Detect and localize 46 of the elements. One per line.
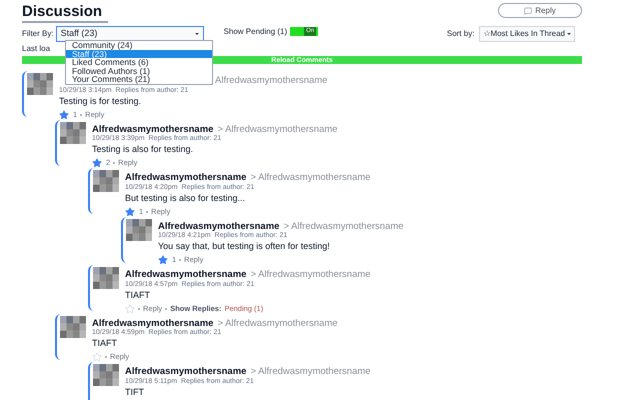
caret-icon <box>194 33 199 35</box>
reply-to-name: > Alfredwasmymothersname <box>217 124 338 134</box>
author-name[interactable]: Alfredwasmymothersname <box>125 367 246 376</box>
reply-to-name: > Alfredwasmymothersname <box>250 173 371 182</box>
comment-text: TIAFT <box>125 290 151 300</box>
reply-to-name: > Alfredwasmymothersname <box>283 222 404 231</box>
filter-option[interactable]: Your Comments (21) <box>66 75 212 84</box>
star-icon[interactable] <box>125 206 135 216</box>
comment-text: Testing is also for testing. <box>92 145 194 154</box>
author-name[interactable]: Alfredwasmymothersname <box>125 270 246 280</box>
author-name[interactable]: Alfredwasmymothersname <box>92 318 214 328</box>
author-name[interactable]: Alfredwasmymothersname <box>125 173 246 182</box>
filter-option[interactable]: Liked Comments (6) <box>66 58 212 66</box>
reply-to-name: > Alfredwasmymothersname <box>250 270 371 280</box>
comment-text: TIFT <box>125 388 145 396</box>
star-icon[interactable] <box>158 255 168 265</box>
pixelated-avatar <box>27 73 53 95</box>
last-loaded-text: Last loa <box>22 45 50 55</box>
pixelated-avatar <box>126 218 152 240</box>
filter-label: Filter By: <box>22 28 54 40</box>
comment-text: TIAFT <box>92 339 118 348</box>
pixelated-avatar <box>93 364 119 386</box>
pixelated-avatar <box>93 170 119 192</box>
sort-label: Sort by: <box>446 28 474 40</box>
author-name[interactable]: Alfredwasmymothersname <box>92 124 214 134</box>
caret-icon <box>567 33 571 35</box>
page-title: Discussion <box>22 4 102 19</box>
reply-to-name: > Alfredwasmymothersname <box>217 318 338 328</box>
star-icon[interactable] <box>59 110 69 120</box>
comment-text: Testing is for testing. <box>59 96 142 106</box>
reply-to-name: > Alfredwasmymothersname <box>250 367 371 376</box>
comment-text: But testing is also for testing... <box>125 194 246 202</box>
comment-text: You say that, but testing is often for testing! <box>158 242 331 251</box>
pixelated-avatar <box>60 316 86 338</box>
author-name[interactable]: Alfredwasmymothersname <box>158 222 280 231</box>
filter-option[interactable]: Community (24) <box>66 41 212 50</box>
pixelated-avatar <box>93 267 119 289</box>
sort-select[interactable]: ☆Most Likes In Thread <box>479 26 575 42</box>
reply-to-name: Alfredwasmymothersname <box>215 76 328 86</box>
pixelated-avatar <box>60 122 86 144</box>
reply-button[interactable]: Reply <box>498 3 582 18</box>
star-icon[interactable] <box>92 158 102 168</box>
show-pending-label: Show Pending (1) <box>224 26 288 38</box>
filter-option[interactable]: Followed Authors (1) <box>66 66 212 75</box>
filter-option[interactable]: Staff (23) <box>66 50 212 58</box>
chat-icon <box>524 6 532 14</box>
